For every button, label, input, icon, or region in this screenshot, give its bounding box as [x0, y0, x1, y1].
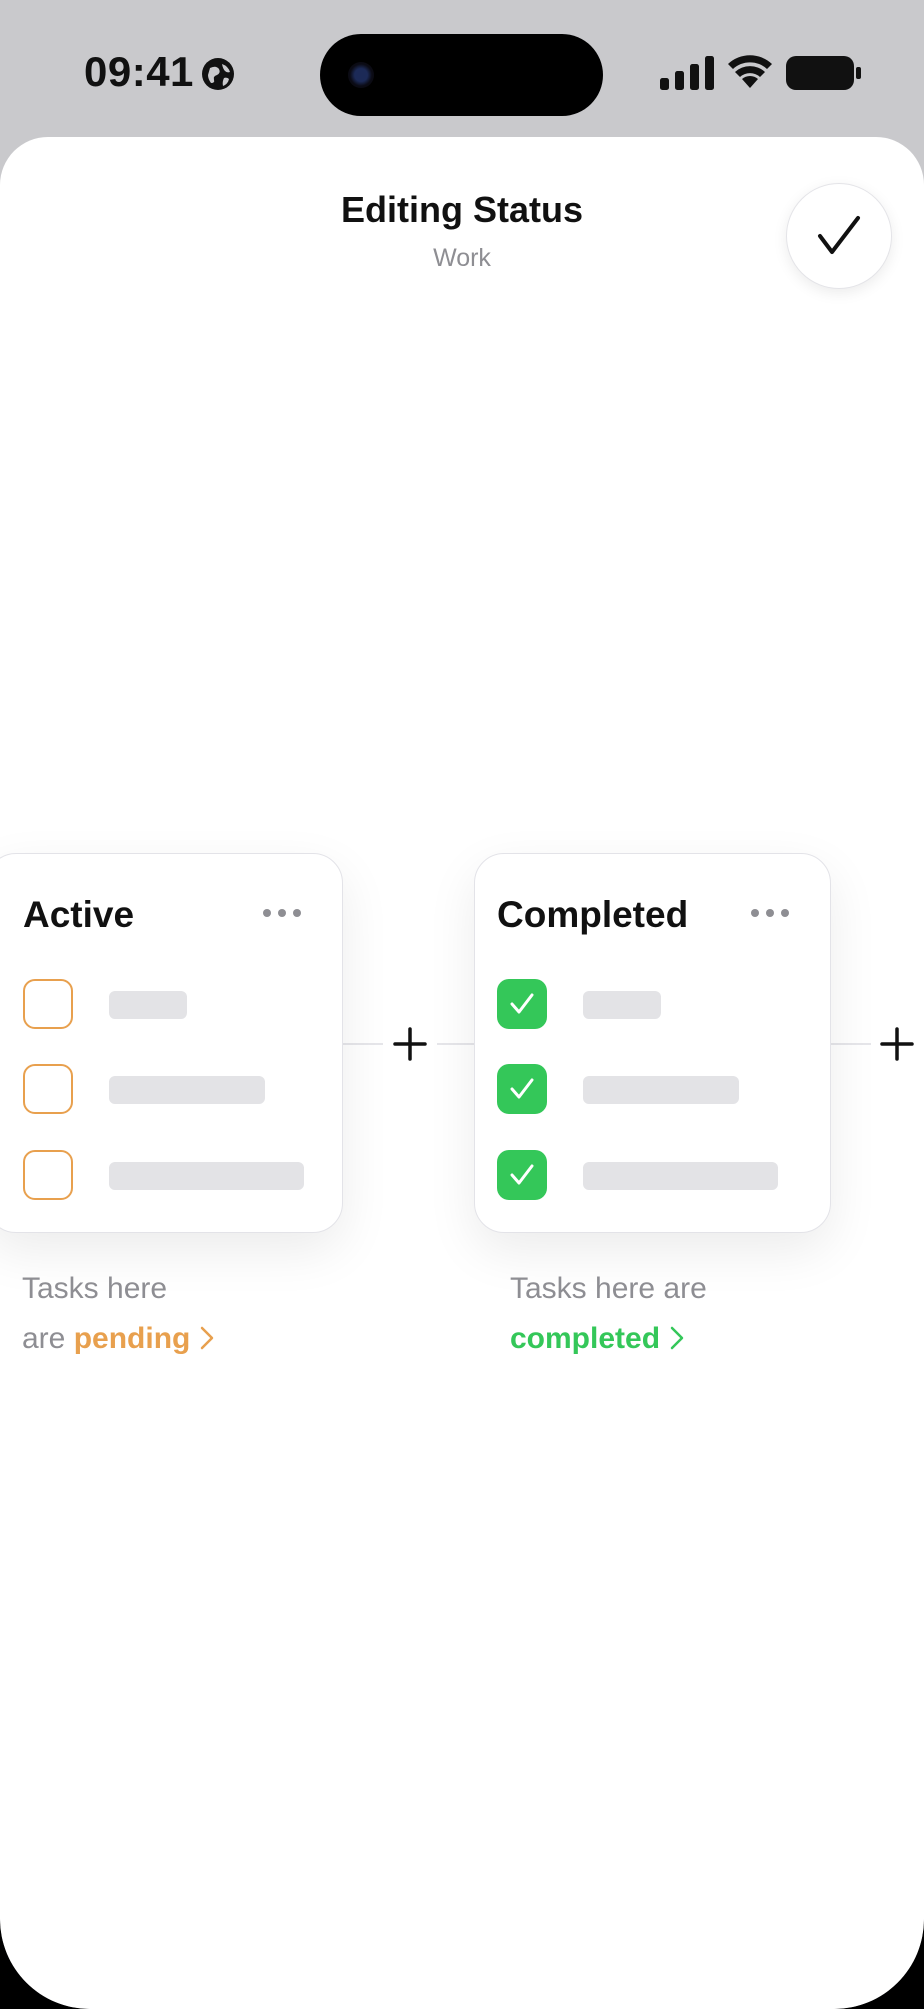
chevron-right-icon — [201, 1326, 214, 1350]
checkbox-unchecked — [23, 1150, 73, 1200]
status-bar: 09:41 — [0, 0, 924, 140]
ellipsis-icon[interactable] — [262, 908, 302, 918]
edit-status-sheet: Editing Status Work Active Completed Tas… — [0, 137, 924, 2009]
task-placeholder-bar — [109, 991, 187, 1019]
checkmark-icon — [510, 1164, 534, 1185]
task-placeholder-bar — [583, 1162, 778, 1190]
chevron-right-icon — [670, 1326, 684, 1350]
status-card-completed[interactable]: Completed — [474, 853, 831, 1233]
task-placeholder-bar — [109, 1076, 265, 1104]
status-card-title: Active — [23, 894, 135, 935]
checkbox-checked — [497, 1064, 547, 1114]
checkbox-unchecked — [23, 979, 73, 1029]
task-placeholder-bar — [109, 1162, 304, 1190]
status-card-active[interactable]: Active — [0, 853, 343, 1233]
add-status-button[interactable] — [879, 1026, 915, 1062]
phone-screen: 09:41 Editing Status Work Active Complet… — [0, 0, 924, 2009]
dynamic-island — [320, 34, 603, 116]
battery-icon — [786, 56, 861, 90]
task-placeholder-bar — [583, 991, 661, 1019]
description-text: are — [22, 1322, 66, 1355]
task-placeholder-bar — [583, 1076, 739, 1104]
description-link-pending[interactable]: pending — [74, 1322, 215, 1355]
checkmark-icon — [818, 216, 860, 254]
globe-icon — [202, 58, 234, 90]
ellipsis-icon[interactable] — [750, 908, 790, 918]
front-camera — [348, 62, 374, 88]
add-status-button[interactable] — [392, 1026, 428, 1062]
checkmark-icon — [510, 993, 534, 1014]
status-card-title: Completed — [497, 894, 689, 935]
connector-line — [437, 1043, 475, 1045]
description-text: Tasks here are — [510, 1272, 707, 1305]
connector-line — [343, 1043, 383, 1045]
description-text: Tasks here — [22, 1272, 168, 1305]
status-description-completed: Tasks here are completed — [510, 1264, 707, 1364]
description-link-completed[interactable]: completed — [510, 1322, 684, 1355]
checkbox-unchecked — [23, 1064, 73, 1114]
status-description-active: Tasks here are pending — [22, 1264, 214, 1364]
checkmark-icon — [510, 1078, 534, 1099]
connector-line — [831, 1043, 871, 1045]
status-time: 09:41 — [84, 48, 194, 95]
checkbox-checked — [497, 979, 547, 1029]
description-link-label: pending — [73, 1322, 191, 1355]
cellular-signal-icon — [660, 56, 714, 90]
sheet-subtitle: Work — [433, 244, 491, 272]
wifi-icon — [728, 55, 772, 88]
sheet-title: Editing Status — [341, 189, 583, 230]
checkbox-checked — [497, 1150, 547, 1200]
done-button[interactable] — [786, 183, 892, 289]
description-link-label: completed — [510, 1322, 661, 1355]
